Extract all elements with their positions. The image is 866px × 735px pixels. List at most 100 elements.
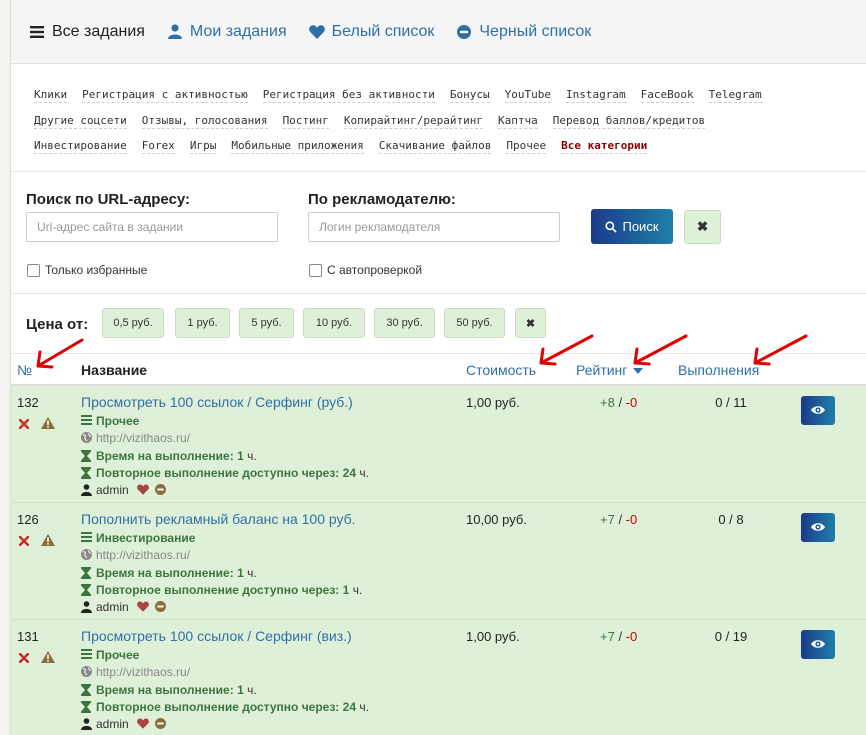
task-title-link[interactable]: Просмотреть 100 ссылок / Серфинг (виз.): [81, 628, 352, 644]
price-option-button[interactable]: 50 руб.: [444, 308, 505, 338]
category-link[interactable]: Forex: [141, 139, 175, 155]
category-link[interactable]: Отзывы, голосования: [141, 114, 268, 129]
task-cost: 1,00 руб.: [466, 395, 520, 410]
warning-icon[interactable]: [41, 417, 55, 432]
search-button[interactable]: Поиск: [591, 209, 673, 244]
category-row: Другие соцсети Отзывы, голосования Пости…: [34, 109, 844, 135]
task-repeat: Повторное выполнение доступно через: 1 ч…: [81, 583, 362, 597]
category-link[interactable]: Игры: [189, 139, 217, 155]
tab-white-list[interactable]: Белый список: [308, 22, 435, 41]
price-filter: Цена от: 0,5 руб. 1 руб. 5 руб. 10 руб. …: [11, 294, 866, 354]
heart-icon[interactable]: [136, 484, 149, 496]
globe-icon: [81, 549, 93, 561]
category-link[interactable]: Прочее: [506, 139, 547, 155]
task-cost: 10,00 руб.: [466, 512, 527, 527]
task-author: admin: [81, 600, 170, 614]
category-link[interactable]: Инвестирование: [34, 139, 127, 155]
advertiser-search-input[interactable]: [308, 212, 560, 242]
sort-by-rating[interactable]: Рейтинг: [576, 362, 644, 378]
clear-search-button[interactable]: ✖: [684, 210, 721, 244]
price-option-button[interactable]: 5 руб.: [239, 308, 294, 338]
category-link[interactable]: Бонусы: [449, 88, 490, 104]
tab-black-list[interactable]: Черный список: [456, 23, 591, 41]
sort-by-number[interactable]: №: [17, 362, 32, 378]
time-label: Время на выполнение:: [96, 449, 234, 463]
close-icon[interactable]: [18, 534, 30, 549]
bars-icon: [81, 415, 93, 427]
view-task-button[interactable]: [801, 630, 835, 659]
task-list: 132 Просмотреть 100 ссылок / Серфинг (ру…: [11, 386, 866, 735]
warning-icon[interactable]: [41, 534, 55, 549]
task-repeat: Повторное выполнение доступно через: 24 …: [81, 700, 369, 714]
close-icon: ✖: [525, 317, 536, 330]
minus-circle-icon[interactable]: [154, 718, 167, 730]
checkbox-box[interactable]: [309, 263, 322, 277]
price-option-button[interactable]: 10 руб.: [303, 308, 365, 338]
category-link[interactable]: Регистрация с активностью: [82, 88, 248, 104]
author-name[interactable]: admin: [96, 717, 129, 731]
sort-by-completions[interactable]: Выполнения: [678, 362, 759, 378]
rating-positive: +7: [600, 512, 615, 527]
sort-by-cost[interactable]: Стоимость: [466, 362, 536, 378]
close-icon[interactable]: [18, 417, 30, 432]
price-option-button[interactable]: 0,5 руб.: [102, 308, 164, 338]
clear-price-button[interactable]: ✖: [515, 308, 546, 338]
repeat-label: Повторное выполнение доступно через:: [96, 466, 340, 480]
category-link[interactable]: Копирайтинг/рерайтинг: [343, 114, 483, 129]
task-id: 126: [17, 512, 39, 527]
hourglass-icon: [81, 567, 93, 579]
row-actions: [18, 534, 55, 549]
category-link[interactable]: Instagram: [566, 88, 626, 104]
checkbox-label: Только избранные: [45, 263, 148, 277]
category-link[interactable]: YouTube: [504, 88, 551, 104]
category-link[interactable]: Каптча: [498, 114, 538, 129]
author-name[interactable]: admin: [96, 600, 129, 614]
autocheck-checkbox[interactable]: С автопроверкой: [309, 263, 422, 277]
minus-circle-icon[interactable]: [154, 484, 167, 496]
category-link[interactable]: Постинг: [282, 114, 329, 129]
checkbox-box[interactable]: [27, 263, 40, 277]
category-link[interactable]: Другие соцсети: [34, 114, 127, 129]
close-icon[interactable]: [18, 651, 30, 666]
category-link[interactable]: Мобильные приложения: [231, 139, 364, 155]
tab-bar: Все задания Мои задания Белый список Чер…: [11, 0, 866, 64]
category-link[interactable]: FaceBook: [640, 88, 694, 104]
view-task-button[interactable]: [801, 396, 835, 425]
url-search-label: Поиск по URL-адресу:: [26, 191, 191, 208]
url-search-input[interactable]: [26, 212, 278, 242]
price-option-button[interactable]: 1 руб.: [175, 308, 230, 338]
url-label: http://vizithaos.ru/: [96, 431, 191, 445]
repeat-value: 24: [342, 466, 357, 480]
checkbox-label: С автопроверкой: [327, 263, 423, 277]
row-actions: [18, 417, 55, 432]
category-link[interactable]: Перевод баллов/кредитов: [552, 114, 706, 129]
tab-label: Черный список: [479, 22, 592, 40]
category-link[interactable]: Скачивание файлов: [378, 139, 492, 155]
tasks-panel: Все задания Мои задания Белый список Чер…: [10, 0, 866, 735]
hourglass-icon: [81, 684, 93, 696]
favorites-only-checkbox[interactable]: Только избранные: [27, 263, 147, 277]
category-link[interactable]: Telegram: [708, 88, 762, 104]
rating-negative: -0: [625, 629, 638, 644]
rating-header-label: Рейтинг: [576, 362, 628, 378]
task-time: Время на выполнение: 1 ч.: [81, 683, 257, 697]
advertiser-search-label: По рекламодателю:: [308, 191, 456, 208]
author-name[interactable]: admin: [96, 483, 129, 497]
price-option-button[interactable]: 30 руб.: [374, 308, 435, 338]
category-link-all[interactable]: Все категории: [561, 139, 648, 155]
warning-icon[interactable]: [41, 651, 55, 666]
task-title-link[interactable]: Просмотреть 100 ссылок / Серфинг (руб.): [81, 394, 353, 410]
heart-icon[interactable]: [136, 601, 149, 613]
category-link[interactable]: Клики: [34, 88, 68, 104]
bars-icon: [81, 649, 93, 661]
heart-icon[interactable]: [136, 718, 149, 730]
tab-label: Мои задания: [189, 22, 287, 40]
tab-my-tasks[interactable]: Мои задания: [167, 23, 287, 41]
task-title-link[interactable]: Пополнить рекламный баланс на 100 руб.: [81, 511, 356, 527]
time-value: 1: [237, 449, 244, 463]
minus-circle-icon[interactable]: [154, 601, 167, 613]
tab-all-tasks[interactable]: Все задания: [29, 23, 145, 41]
tab-label: Белый список: [331, 22, 435, 40]
category-link[interactable]: Регистрация без активности: [262, 88, 435, 104]
view-task-button[interactable]: [801, 513, 835, 542]
